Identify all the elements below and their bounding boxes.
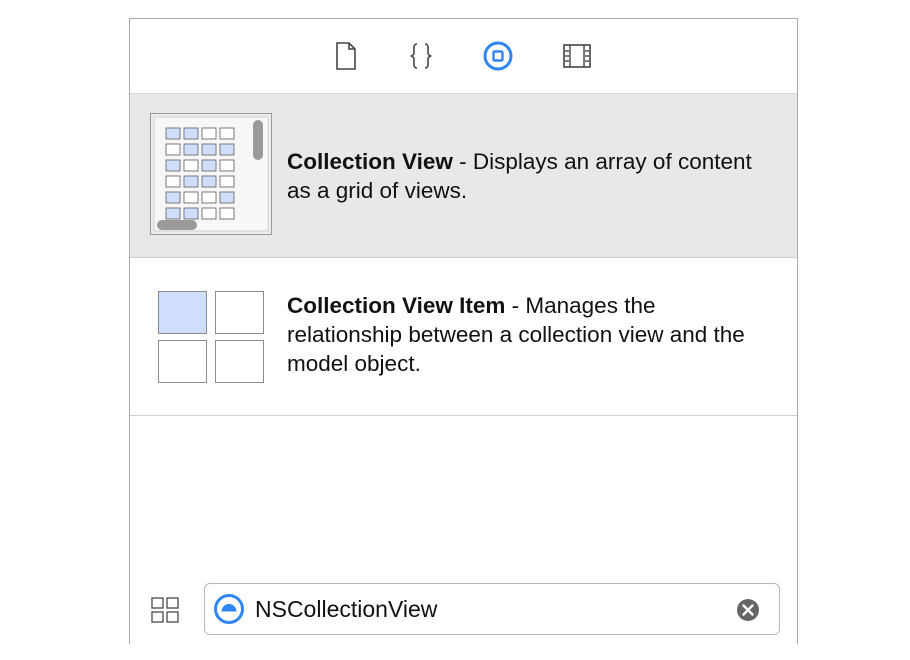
- file-icon[interactable]: [330, 40, 362, 72]
- search-input[interactable]: [255, 592, 725, 626]
- clear-icon[interactable]: [736, 598, 760, 622]
- library-toolbar: [130, 19, 797, 94]
- collection-view-icon: [150, 113, 272, 240]
- braces-icon[interactable]: [405, 40, 437, 72]
- collection-view-item-icon: [158, 291, 264, 388]
- grid-view-icon[interactable]: [150, 594, 182, 626]
- object-scope-icon[interactable]: [213, 593, 245, 625]
- library-item-title: Collection View: [287, 149, 453, 174]
- library-item-description: Collection View Item - Manages the relat…: [287, 291, 767, 378]
- library-item-title: Collection View Item: [287, 293, 506, 318]
- library-item-collection-view-item[interactable]: Collection View Item - Manages the relat…: [130, 258, 797, 416]
- media-library-icon[interactable]: [561, 40, 593, 72]
- library-search-field[interactable]: [204, 583, 780, 635]
- object-library-panel: Collection View - Displays an array of c…: [129, 18, 798, 644]
- library-item-description: Collection View - Displays an array of c…: [287, 147, 767, 205]
- object-library-icon[interactable]: [482, 40, 514, 72]
- library-item-collection-view[interactable]: Collection View - Displays an array of c…: [130, 94, 797, 258]
- library-filter-bar: [130, 579, 797, 644]
